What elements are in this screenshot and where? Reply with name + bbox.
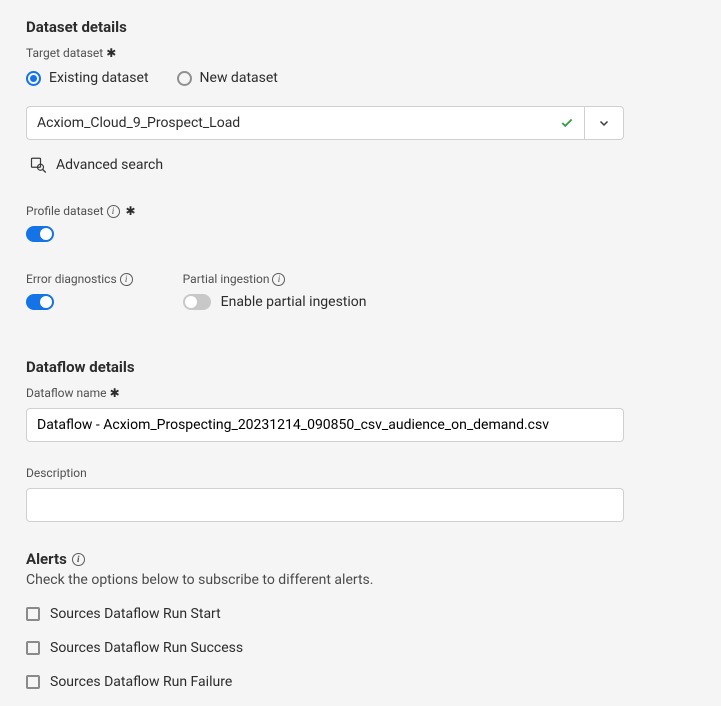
radio-existing-dataset[interactable]: Existing dataset xyxy=(26,70,149,86)
alerts-title-row: Alerts i xyxy=(26,550,695,568)
chevron-down-icon xyxy=(598,117,610,129)
checkbox-icon xyxy=(26,675,40,689)
partial-ingestion-toggle[interactable] xyxy=(183,294,211,310)
profile-dataset-toggle[interactable] xyxy=(26,226,54,242)
alerts-title: Alerts xyxy=(26,550,67,568)
description-label: Description xyxy=(26,466,695,480)
alert-checkbox-run-failure[interactable]: Sources Dataflow Run Failure xyxy=(26,674,695,690)
dataset-combobox-toggle[interactable] xyxy=(584,106,624,140)
info-icon[interactable]: i xyxy=(120,273,133,286)
radio-icon xyxy=(177,71,192,86)
dataflow-name-label: Dataflow name ✱ xyxy=(26,386,695,400)
advanced-search-link[interactable]: Advanced search xyxy=(26,150,695,174)
partial-ingestion-text: Enable partial ingestion xyxy=(221,294,367,310)
info-icon[interactable]: i xyxy=(107,205,120,218)
search-zoom-icon xyxy=(30,156,48,174)
radio-new-dataset[interactable]: New dataset xyxy=(177,70,278,86)
dataset-combobox[interactable]: Acxiom_Cloud_9_Prospect_Load xyxy=(26,106,584,140)
dataflow-name-input[interactable] xyxy=(26,408,624,442)
dataflow-name-label-text: Dataflow name xyxy=(26,386,107,400)
radio-new-label: New dataset xyxy=(200,70,278,86)
radio-existing-label: Existing dataset xyxy=(49,70,149,86)
checkmark-icon xyxy=(560,116,574,130)
asterisk-icon: ✱ xyxy=(123,204,136,218)
alert-label: Sources Dataflow Run Start xyxy=(50,606,221,622)
alert-checkbox-run-start[interactable]: Sources Dataflow Run Start xyxy=(26,606,695,622)
description-label-text: Description xyxy=(26,466,87,480)
asterisk-icon: ✱ xyxy=(110,386,120,400)
dataset-details-title: Dataset details xyxy=(26,18,695,36)
checkbox-icon xyxy=(26,641,40,655)
error-diagnostics-toggle[interactable] xyxy=(26,294,54,310)
asterisk-icon: ✱ xyxy=(106,46,116,60)
info-icon[interactable]: i xyxy=(72,553,85,566)
partial-ingestion-label: Partial ingestion i xyxy=(183,272,367,286)
error-diagnostics-label-text: Error diagnostics xyxy=(26,272,117,286)
advanced-search-label: Advanced search xyxy=(56,157,163,173)
radio-icon xyxy=(26,71,41,86)
error-diagnostics-label: Error diagnostics i xyxy=(26,272,133,286)
partial-ingestion-label-text: Partial ingestion xyxy=(183,272,270,286)
profile-dataset-label: Profile dataset i ✱ xyxy=(26,204,695,218)
info-icon[interactable]: i xyxy=(272,273,285,286)
alert-label: Sources Dataflow Run Success xyxy=(50,640,243,656)
alert-checkbox-run-success[interactable]: Sources Dataflow Run Success xyxy=(26,640,695,656)
alerts-subtitle: Check the options below to subscribe to … xyxy=(26,572,695,588)
alert-label: Sources Dataflow Run Failure xyxy=(50,674,232,690)
profile-dataset-label-text: Profile dataset xyxy=(26,204,104,218)
dataset-combobox-value: Acxiom_Cloud_9_Prospect_Load xyxy=(37,115,240,131)
target-dataset-label-text: Target dataset xyxy=(26,46,103,60)
dataflow-details-title: Dataflow details xyxy=(26,358,695,376)
checkbox-icon xyxy=(26,607,40,621)
target-dataset-label: Target dataset ✱ xyxy=(26,46,695,60)
description-input[interactable] xyxy=(26,488,624,522)
